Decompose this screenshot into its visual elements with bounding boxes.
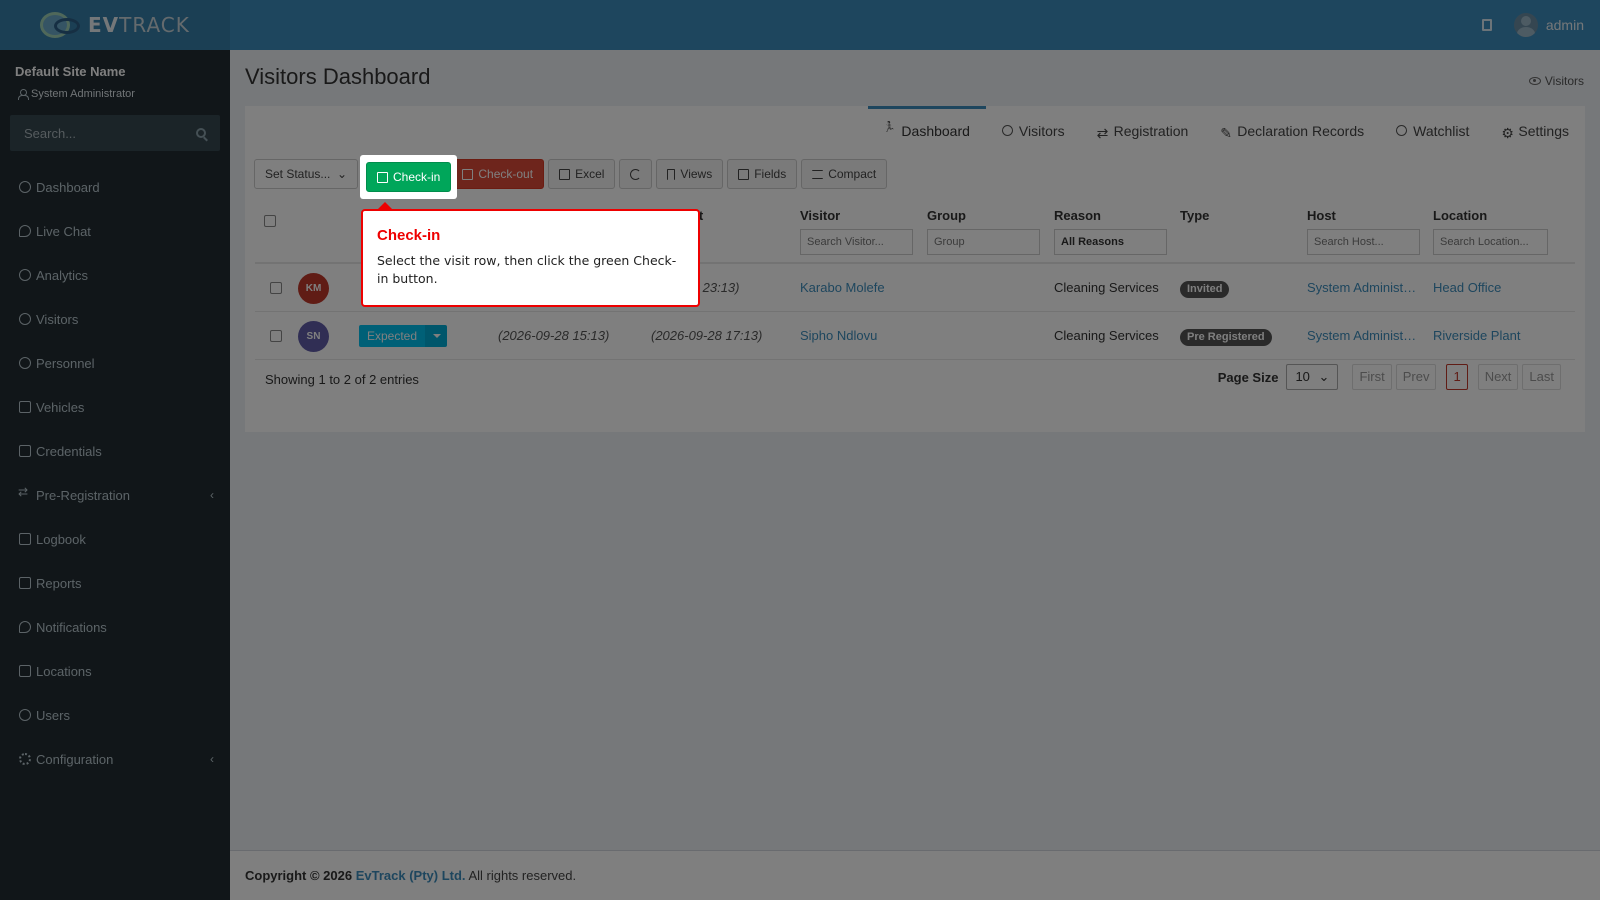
tooltip-title: Check-in — [377, 227, 441, 244]
tour-tooltip: Check-in Select the visit row, then clic… — [361, 202, 700, 307]
sign-in-icon — [377, 171, 388, 183]
tour-overlay[interactable] — [0, 0, 1600, 900]
tooltip-body: Select the visit row, then click the gre… — [377, 253, 677, 286]
checkin-button-highlighted[interactable]: Check-in — [366, 162, 452, 192]
tour-highlight: Check-in — [360, 155, 457, 199]
